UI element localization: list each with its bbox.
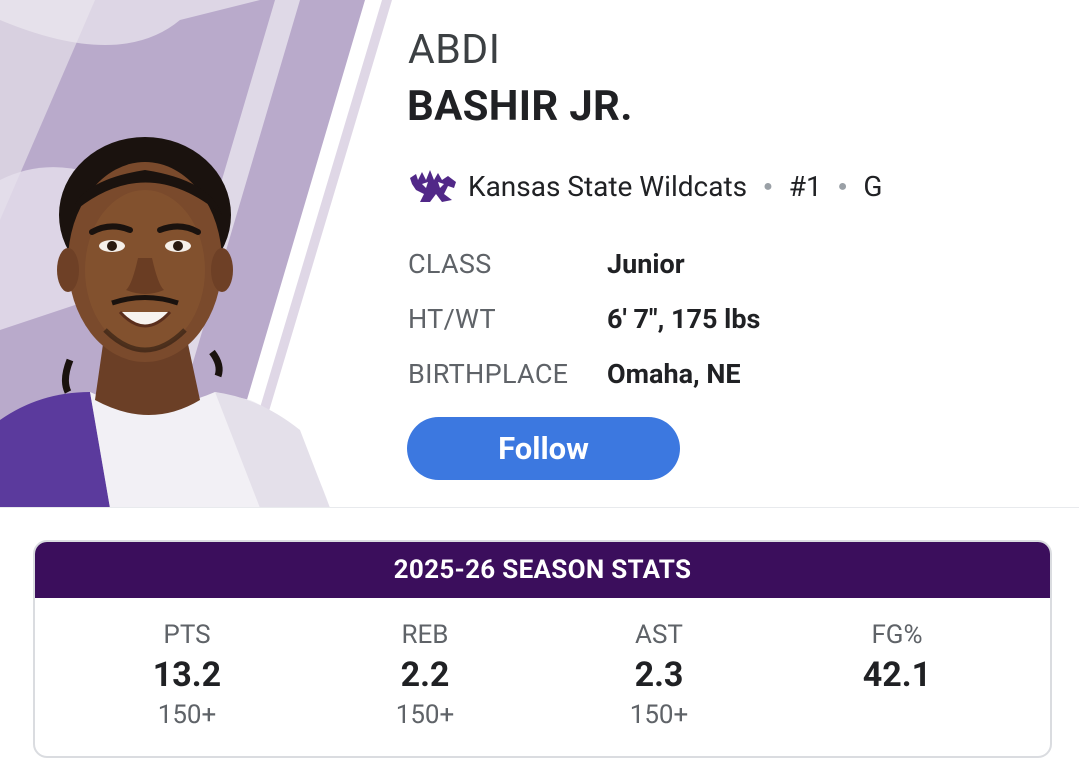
stat-value: 2.2: [400, 655, 450, 695]
detail-label: BIRTHPLACE: [408, 357, 569, 390]
player-details: CLASS Junior HT/WT 6' 7", 175 lbs BIRTHP…: [408, 236, 760, 401]
detail-row-height-weight: HT/WT 6' 7", 175 lbs: [408, 291, 760, 346]
team-info: Kansas State Wildcats ● #1 ● G: [408, 166, 882, 206]
stat-points: PTS 13.2 150+: [87, 618, 287, 732]
divider: [0, 507, 1079, 508]
kansas-state-powercat-icon[interactable]: [408, 168, 458, 204]
detail-row-class: CLASS Junior: [408, 236, 760, 291]
stat-label: FG%: [871, 620, 923, 650]
player-headshot: [0, 0, 400, 508]
detail-value: Omaha, NE: [607, 357, 741, 390]
stat-value: 2.3: [634, 655, 684, 695]
stat-rank: 150+: [629, 700, 689, 730]
stat-assists: AST 2.3 150+: [559, 618, 759, 732]
stat-label: REB: [401, 620, 449, 650]
stat-rebounds: REB 2.2 150+: [325, 618, 525, 732]
stat-label: AST: [635, 620, 683, 650]
detail-label: HT/WT: [408, 302, 496, 335]
season-stats-card: 2025-26 SEASON STATS PTS 13.2 150+ REB 2…: [33, 540, 1052, 758]
stat-rank: [797, 698, 997, 732]
season-stats-title: 2025-26 SEASON STATS: [35, 542, 1050, 598]
team-name-link[interactable]: Kansas State Wildcats: [468, 170, 747, 203]
jersey-number: #1: [788, 169, 822, 203]
stats-grid: PTS 13.2 150+ REB 2.2 150+ AST 2.3 150+ …: [35, 598, 1050, 756]
player-header: ABDI BASHIR JR. Kansas State Wildcats ● …: [0, 0, 1079, 508]
stat-rank: 150+: [157, 700, 217, 730]
detail-row-birthplace: BIRTHPLACE Omaha, NE: [408, 346, 760, 401]
player-first-name: ABDI: [408, 26, 501, 74]
stat-field-goal-pct: FG% 42.1: [797, 618, 997, 732]
separator-dot: ●: [763, 176, 773, 195]
stat-value: 42.1: [862, 655, 932, 695]
player-position: G: [863, 169, 883, 203]
separator-dot: ●: [837, 176, 848, 195]
stat-label: PTS: [163, 620, 211, 650]
detail-value: Junior: [607, 247, 685, 280]
stat-value: 13.2: [152, 655, 222, 695]
player-last-name: BASHIR JR.: [407, 82, 633, 131]
detail-value: 6' 7", 175 lbs: [607, 302, 761, 335]
follow-button[interactable]: Follow: [407, 417, 680, 480]
detail-label: CLASS: [408, 247, 492, 280]
player-profile-page: ABDI BASHIR JR. Kansas State Wildcats ● …: [0, 0, 1079, 775]
stat-rank: 150+: [395, 700, 455, 730]
